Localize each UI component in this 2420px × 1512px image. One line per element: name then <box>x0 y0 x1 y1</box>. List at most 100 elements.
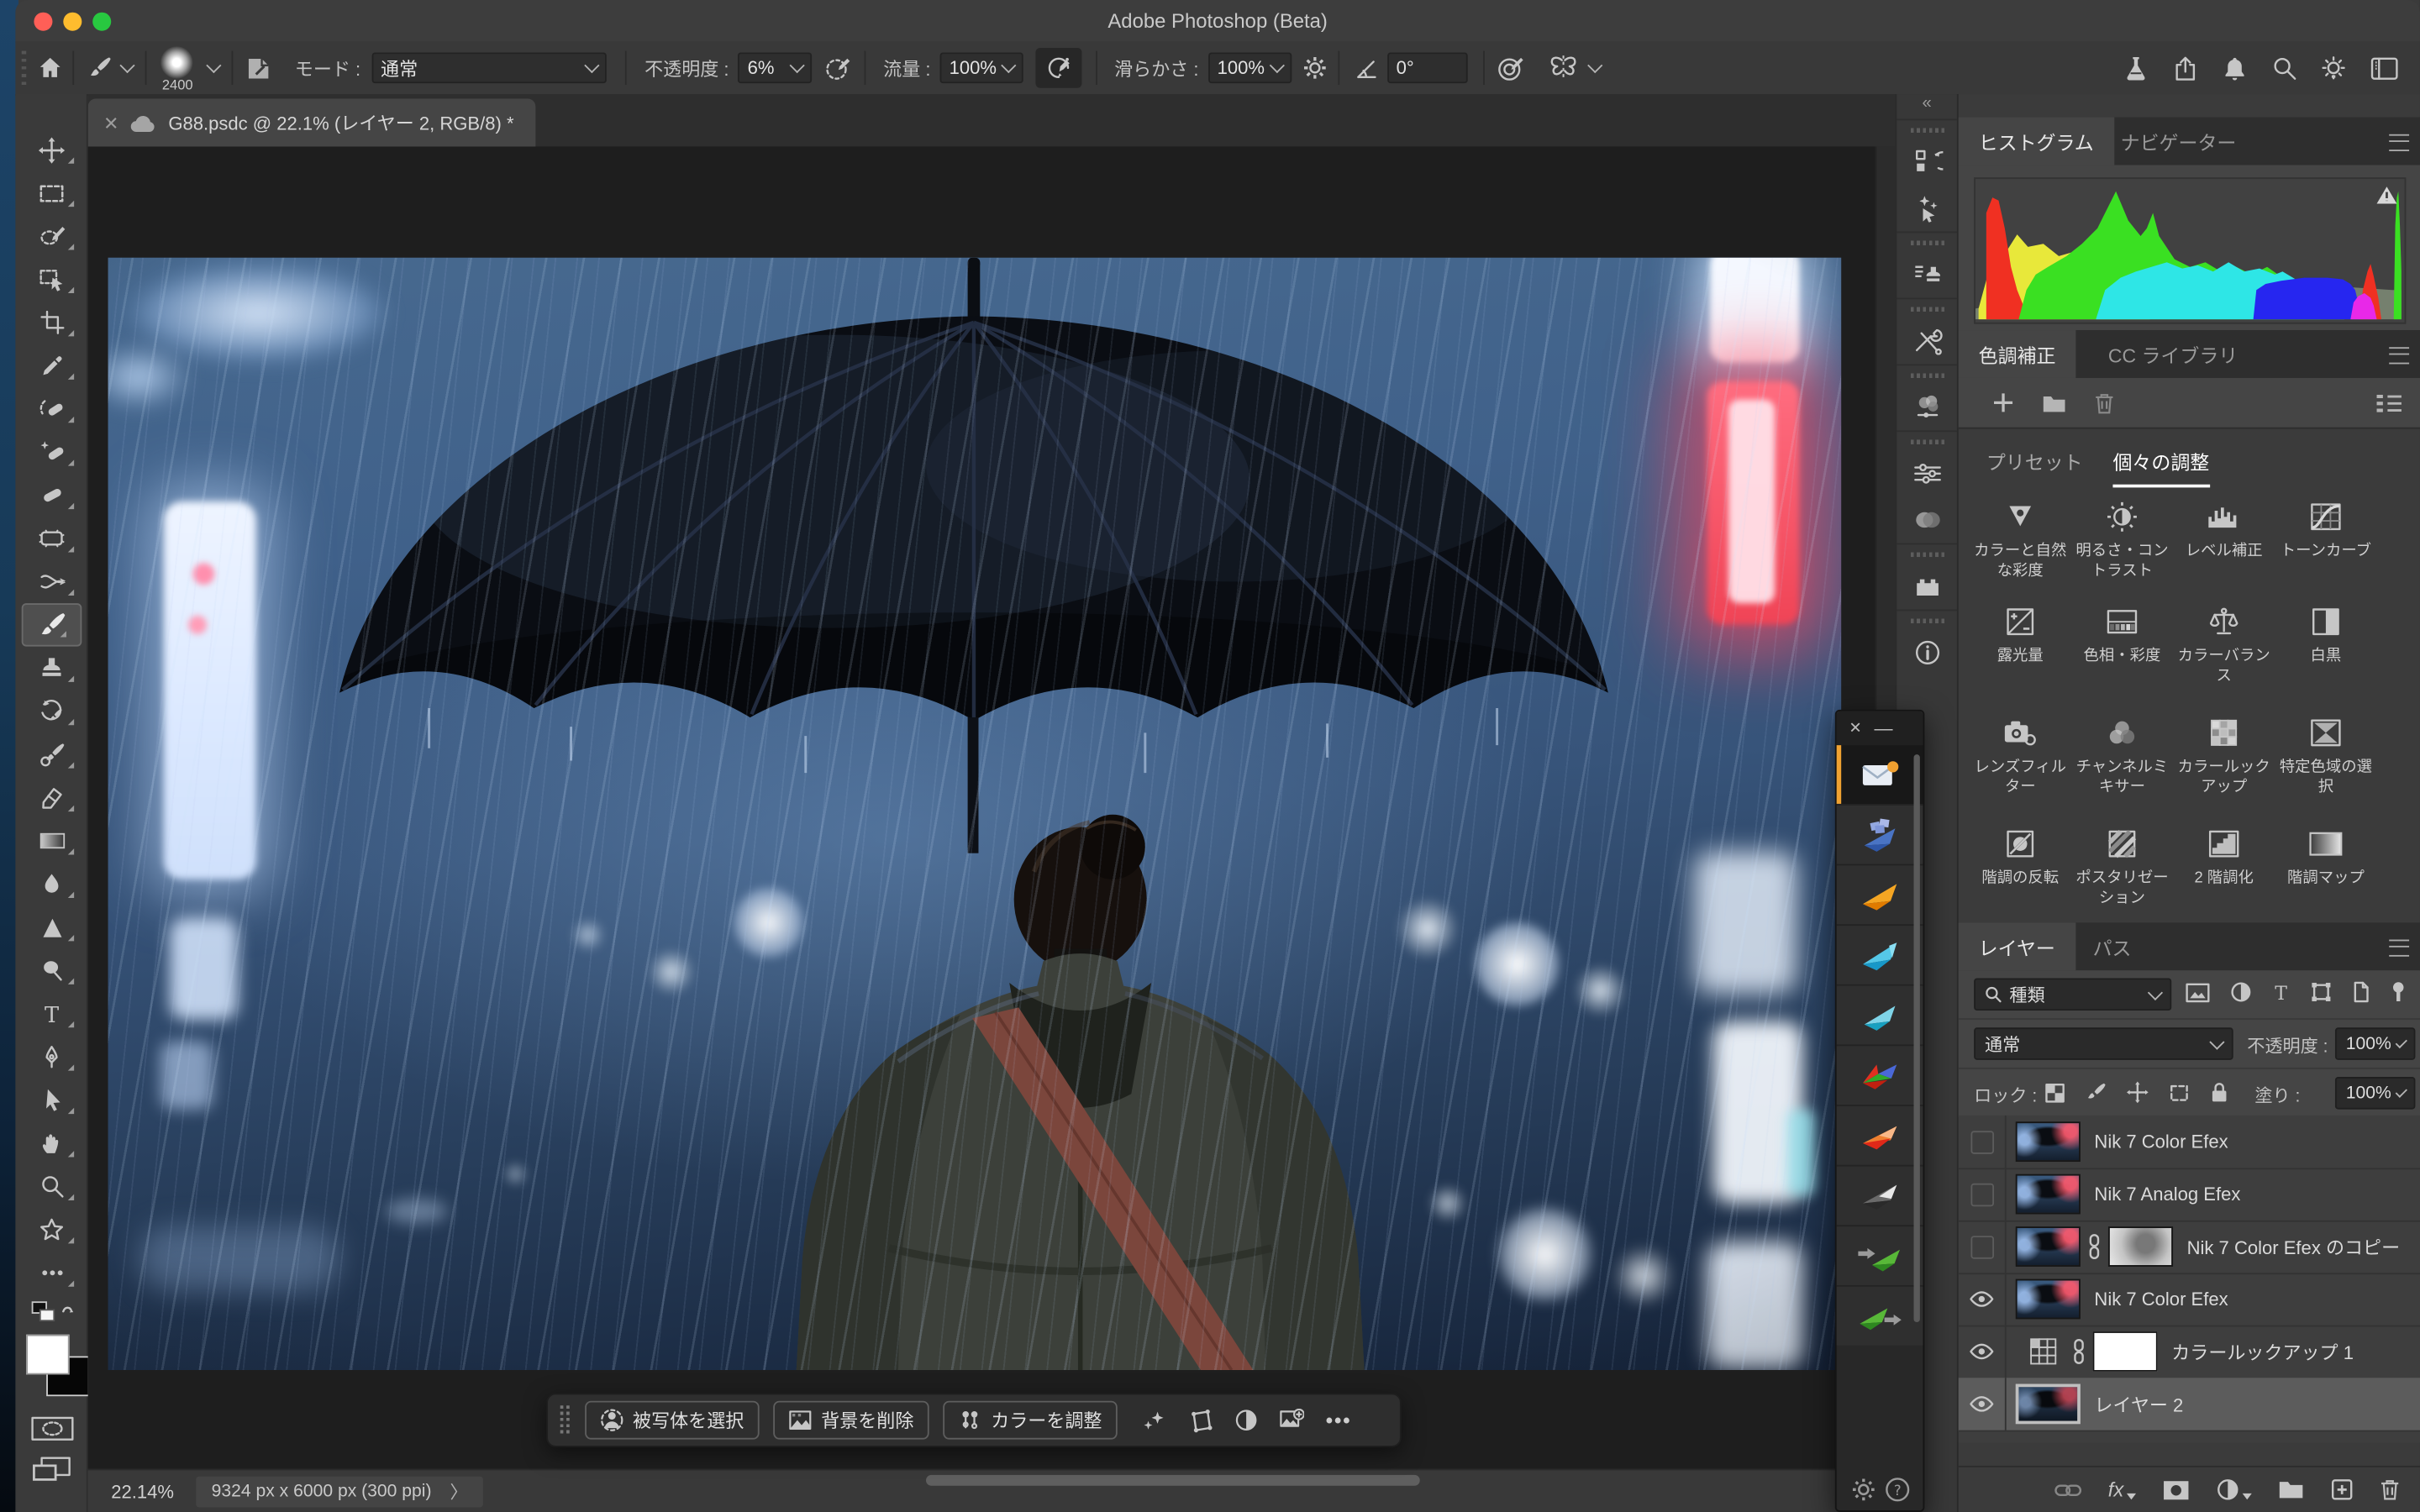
new-group-folder-icon[interactable] <box>2042 392 2066 412</box>
delete-layer-trash-icon[interactable] <box>2380 1478 2400 1502</box>
add-mask-icon[interactable] <box>2162 1478 2190 1500</box>
lock-all-icon[interactable] <box>2210 1082 2228 1104</box>
filter-shape-layers-icon[interactable] <box>2311 981 2333 1003</box>
add-adjustment-icon[interactable] <box>1992 392 2014 414</box>
zoom-window-button[interactable] <box>92 13 111 31</box>
photo-rainy-street-umbrella[interactable] <box>108 258 1842 1370</box>
filter-type-layers-icon[interactable]: T <box>2272 982 2291 1002</box>
tab-histogram[interactable]: ヒストグラム <box>1959 118 2114 165</box>
home-icon[interactable] <box>26 55 72 80</box>
adjustment-levels[interactable]: レベル補正 <box>2176 498 2272 561</box>
minimize-window-button[interactable] <box>63 13 82 31</box>
nik-scrollbar-thumb[interactable] <box>1914 754 1920 1322</box>
clone-stamp-tool[interactable] <box>15 647 87 690</box>
subtab-individual-adjustments[interactable]: 個々の調整 <box>2112 446 2209 488</box>
link-layers-icon[interactable] <box>2054 1482 2081 1497</box>
visibility-toggle[interactable] <box>1959 1326 2007 1378</box>
dodge-tool[interactable] <box>15 949 87 992</box>
default-and-swap-colors[interactable] <box>15 1294 87 1331</box>
adjustment-halfcircle-icon[interactable] <box>1234 1409 1258 1432</box>
color-mixer-panel-icon[interactable] <box>1897 384 1958 430</box>
adjustment-selective-color[interactable]: 特定色域の選択 <box>2278 714 2374 797</box>
history-brush-tool[interactable] <box>15 690 87 732</box>
layer-name[interactable]: レイヤー 2 <box>2094 1391 2183 1417</box>
color-swatches[interactable] <box>15 1331 86 1409</box>
layer-thumbnail[interactable] <box>2016 1384 2081 1425</box>
move-tool[interactable] <box>15 128 87 171</box>
brush-angle-input[interactable]: 0° <box>1387 52 1468 83</box>
adjustments-view-list-icon[interactable] <box>2375 392 2403 412</box>
visibility-off-checkbox[interactable] <box>1970 1130 1994 1153</box>
subtab-presets[interactable]: プリセット <box>1986 446 2083 475</box>
path-selection-tool[interactable] <box>15 1079 87 1121</box>
brush-tool[interactable] <box>22 603 82 646</box>
adjustment-brightness-contrast[interactable]: 明るさ・コントラスト <box>2075 498 2170 581</box>
properties-sliders-panel-icon[interactable] <box>1897 450 1958 496</box>
close-document-icon[interactable]: ✕ <box>103 112 118 134</box>
layer-row[interactable]: Nik 7 Color Efex のコピー <box>1959 1221 2420 1274</box>
layer-blend-mode-select[interactable]: 通常 <box>1974 1027 2233 1060</box>
eraser-tool[interactable] <box>15 776 87 819</box>
lock-pixels-icon[interactable] <box>2085 1082 2107 1104</box>
adjust-color-button[interactable]: カラーを調整 <box>943 1401 1118 1440</box>
layer-filter-select[interactable]: 種類 <box>1974 978 2171 1011</box>
toggle-brush-settings-icon[interactable] <box>233 55 282 81</box>
layer-thumbnail[interactable] <box>2016 1279 2081 1320</box>
clone-source-panel-icon[interactable] <box>1897 251 1958 297</box>
adjustments-panel-menu-icon[interactable] <box>2389 347 2409 364</box>
tab-cc-libraries[interactable]: CC ライブラリ <box>2088 330 2258 378</box>
version-history-panel-icon[interactable] <box>1897 139 1958 185</box>
close-window-button[interactable] <box>34 13 52 31</box>
layer-thumbnail[interactable] <box>2016 1174 2081 1215</box>
edit-toolbar-ellipsis-icon[interactable] <box>15 1252 87 1294</box>
eyedropper-tool[interactable] <box>15 344 87 387</box>
histogram-panel-menu-icon[interactable] <box>2389 134 2409 151</box>
quick-mask-toggle[interactable] <box>15 1409 87 1449</box>
notifications-bell-icon[interactable] <box>2223 55 2247 81</box>
smoothing-input[interactable]: 100% <box>1208 52 1292 83</box>
nik-item-presets[interactable] <box>1837 806 1923 866</box>
content-aware-move-tool[interactable] <box>15 560 87 603</box>
selection-brush-tool[interactable] <box>15 214 87 257</box>
symmetry-butterfly-icon[interactable] <box>1537 54 1589 81</box>
sharpen-tool[interactable] <box>15 906 87 948</box>
adjustment-curves[interactable]: トーンカーブ <box>2278 498 2374 561</box>
visibility-toggle[interactable] <box>1959 1221 2007 1273</box>
tab-color-adjustments[interactable]: 色調補正 <box>1959 330 2076 378</box>
info-panel-icon[interactable] <box>1897 629 1958 675</box>
layer-row[interactable]: Nik 7 Color Efex <box>1959 1273 2420 1326</box>
tab-layers[interactable]: レイヤー <box>1959 922 2075 970</box>
remove-tool[interactable] <box>15 387 87 430</box>
status-chevron-icon[interactable]: 〉 <box>450 1479 468 1504</box>
brush-picker-chevron-icon[interactable] <box>206 58 221 73</box>
adjustment-threshold[interactable]: 2 階調化 <box>2176 826 2272 889</box>
transform-icon[interactable] <box>1188 1408 1213 1432</box>
gradient-tool[interactable] <box>15 819 87 862</box>
adjustment-invert[interactable]: 階調の反転 <box>1972 826 2068 889</box>
layer-mask-thumbnail[interactable] <box>2108 1226 2173 1267</box>
flow-input[interactable]: 100% <box>940 52 1023 83</box>
nik-item-hdr-efex[interactable] <box>1837 1046 1923 1106</box>
layer-row[interactable]: Nik 7 Color Efex <box>1959 1116 2420 1169</box>
adjustment-channel-mixer[interactable]: チャンネルミキサー <box>2075 714 2170 797</box>
nik-item-sharpener-raw[interactable] <box>1837 1226 1923 1287</box>
document-tab[interactable]: ✕ G88.psdc @ 22.1% (レイヤー 2, RGB/8) * <box>88 99 536 147</box>
visibility-toggle[interactable] <box>1959 1378 2007 1430</box>
nik-minimize-icon[interactable]: — <box>1874 723 1892 732</box>
taskbar-drag-handle[interactable] <box>560 1404 573 1436</box>
zoom-level[interactable]: 22.14% <box>111 1481 174 1503</box>
lens-panel-icon[interactable] <box>1897 496 1958 543</box>
histogram-warning-icon[interactable] <box>2375 185 2399 205</box>
opacity-input[interactable]: 6% <box>739 52 813 83</box>
layer-thumbnail[interactable] <box>2016 1226 2081 1267</box>
patch-tool[interactable] <box>15 517 87 559</box>
search-icon[interactable] <box>2272 55 2296 80</box>
nik-item-viveza[interactable] <box>1837 1106 1923 1167</box>
add-image-icon[interactable] <box>1280 1409 1304 1432</box>
remove-background-button[interactable]: 背景を削除 <box>773 1401 929 1440</box>
select-subject-button[interactable]: 被写体を選択 <box>585 1401 760 1440</box>
adjustment-posterize[interactable]: ポスタリゼーション <box>2075 826 2170 909</box>
airbrush-toggle-icon[interactable] <box>1035 48 1081 88</box>
layer-row[interactable]: カラールックアップ 1 <box>1959 1326 2420 1379</box>
hand-tool[interactable] <box>15 1121 87 1164</box>
